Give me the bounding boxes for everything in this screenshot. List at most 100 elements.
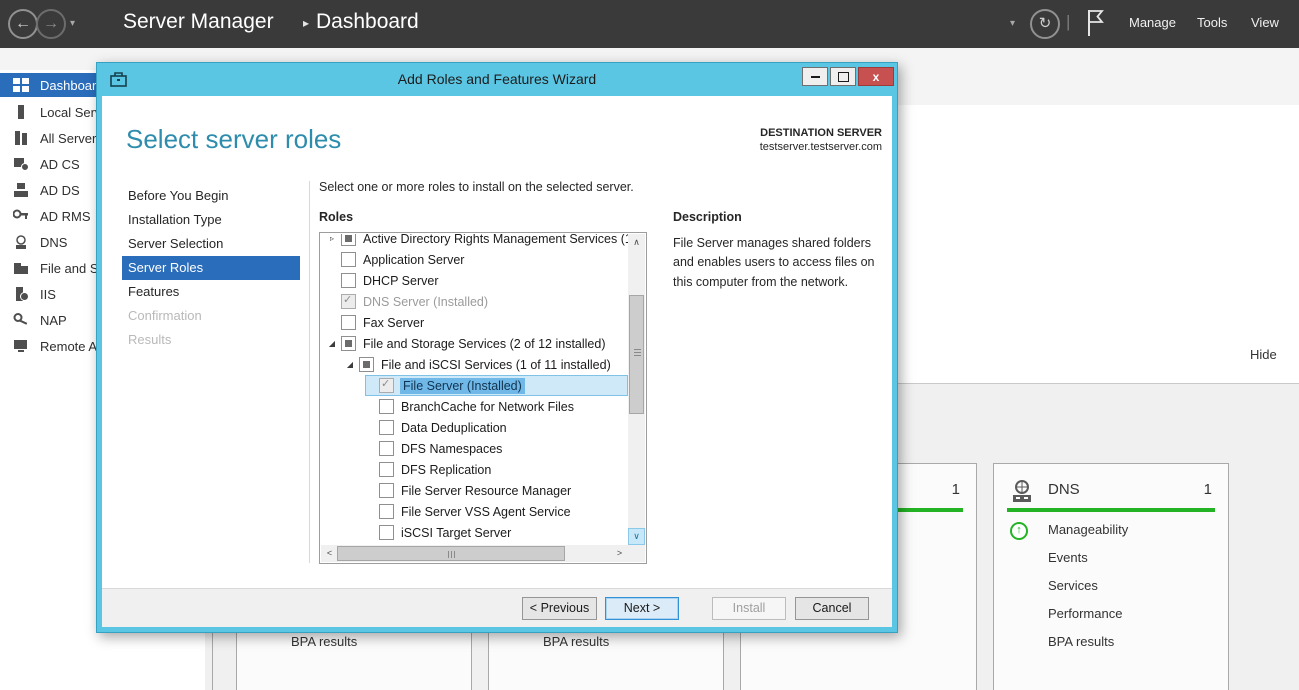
role-row-adrms[interactable]: ▹ Active Directory Rights Management Ser…: [321, 234, 628, 249]
breadcrumb-current[interactable]: Dashboard: [316, 10, 419, 34]
nav-history-caret-icon[interactable]: ▾: [70, 18, 75, 29]
refresh-caret-icon[interactable]: ▾: [1010, 18, 1015, 29]
back-button[interactable]: ←: [8, 9, 38, 39]
role-checkbox[interactable]: [341, 234, 356, 246]
previous-button[interactable]: < Previous: [522, 597, 597, 620]
role-checkbox-indeterminate[interactable]: [359, 357, 374, 372]
sidebar-item-label: All Servers: [40, 131, 103, 146]
maximize-button[interactable]: [830, 67, 856, 86]
destination-server-name: testserver.testserver.com: [760, 141, 882, 153]
role-row-fs-resource-manager[interactable]: File Server Resource Manager: [321, 480, 628, 501]
role-row-file-iscsi-services[interactable]: ◢ File and iSCSI Services (1 of 11 insta…: [321, 354, 628, 375]
check-icon: ✓: [381, 377, 390, 390]
horizontal-scrollbar[interactable]: < >: [321, 545, 628, 562]
role-checkbox[interactable]: [379, 399, 394, 414]
scroll-left-icon[interactable]: <: [321, 545, 338, 562]
cancel-button[interactable]: Cancel: [795, 597, 869, 620]
ad-cs-icon: [13, 157, 30, 171]
menu-view[interactable]: View: [1251, 15, 1279, 30]
step-confirmation: Confirmation: [122, 304, 300, 328]
nap-icon: [13, 313, 30, 327]
role-row-dns-server[interactable]: ✓ DNS Server (Installed): [321, 291, 628, 312]
tile-item-bpa-results[interactable]: BPA results: [543, 634, 609, 649]
iis-icon: [13, 287, 30, 301]
role-row-data-deduplication[interactable]: Data Deduplication: [321, 417, 628, 438]
dialog-titlebar[interactable]: Add Roles and Features Wizard x: [97, 63, 897, 96]
step-server-selection[interactable]: Server Selection: [122, 232, 300, 256]
role-checkbox[interactable]: [379, 504, 394, 519]
vertical-scroll-thumb[interactable]: [629, 295, 644, 414]
scroll-right-icon[interactable]: >: [611, 545, 628, 562]
role-row-iscsi-target-server[interactable]: iSCSI Target Server: [321, 522, 628, 543]
tile-item-manageability[interactable]: Manageability: [1048, 522, 1128, 537]
file-storage-icon: [13, 261, 30, 275]
dialog-title: Add Roles and Features Wizard: [97, 71, 897, 87]
refresh-icon[interactable]: ↻: [1030, 9, 1060, 39]
sidebar-item-label: Dashboard: [40, 78, 104, 93]
tree-expanded-icon[interactable]: ◢: [341, 360, 359, 369]
role-checkbox[interactable]: [379, 462, 394, 477]
roles-list-viewport: ▹ Active Directory Rights Management Ser…: [321, 234, 628, 545]
minimize-icon: [811, 76, 820, 78]
role-row-dhcp-server[interactable]: DHCP Server: [321, 270, 628, 291]
selected-role-highlight[interactable]: ✓ File Server (Installed): [365, 375, 628, 396]
forward-button[interactable]: →: [36, 9, 66, 39]
role-row-fs-vss-agent[interactable]: File Server VSS Agent Service: [321, 501, 628, 522]
notifications-flag-icon[interactable]: [1086, 8, 1106, 43]
next-button[interactable]: Next >: [605, 597, 679, 620]
role-checkbox-indeterminate[interactable]: [341, 336, 356, 351]
role-checkbox[interactable]: [341, 252, 356, 267]
close-button[interactable]: x: [858, 67, 894, 86]
menu-tools[interactable]: Tools: [1197, 15, 1227, 30]
tile-item-bpa-results[interactable]: BPA results: [1048, 634, 1114, 649]
step-installation-type[interactable]: Installation Type: [122, 208, 300, 232]
horizontal-scroll-thumb[interactable]: [337, 546, 565, 561]
tile-count: 1: [952, 481, 960, 498]
tile-item-bpa-results[interactable]: BPA results: [291, 634, 357, 649]
role-checkbox[interactable]: [379, 441, 394, 456]
manageability-status-icon: ↑: [1010, 522, 1028, 540]
role-row-dfs-namespaces[interactable]: DFS Namespaces: [321, 438, 628, 459]
minimize-button[interactable]: [802, 67, 828, 86]
destination-server-label: DESTINATION SERVER: [760, 127, 882, 139]
role-row-file-server-selected[interactable]: ✓ File Server (Installed): [321, 375, 628, 396]
thumb-grip: [448, 551, 456, 558]
role-row-application-server[interactable]: Application Server: [321, 249, 628, 270]
breadcrumb-root[interactable]: Server Manager: [123, 10, 274, 34]
step-server-roles[interactable]: Server Roles: [122, 256, 300, 280]
scroll-up-icon[interactable]: ∧: [628, 234, 645, 251]
hide-link[interactable]: Hide: [1250, 347, 1277, 362]
tile-dns[interactable]: DNS 1 ↑ Manageability Events Services Pe…: [993, 463, 1229, 690]
scroll-down-icon[interactable]: ∨: [628, 528, 645, 545]
instruction-text: Select one or more roles to install on t…: [319, 180, 634, 194]
add-roles-features-wizard-dialog: Add Roles and Features Wizard x Select s…: [96, 62, 898, 633]
role-row-file-storage-services[interactable]: ◢ File and Storage Services (2 of 12 ins…: [321, 333, 628, 354]
sidebar-item-label: AD DS: [40, 183, 80, 198]
sidebar-item-label: IIS: [40, 287, 56, 302]
maximize-icon: [838, 72, 849, 82]
tile-item-services[interactable]: Services: [1048, 578, 1098, 593]
role-row-fax-server[interactable]: Fax Server: [321, 312, 628, 333]
dns-server-icon: [1008, 479, 1036, 508]
menu-manage[interactable]: Manage: [1129, 15, 1176, 30]
role-checkbox[interactable]: [379, 483, 394, 498]
role-checkbox[interactable]: [341, 315, 356, 330]
tile-item-performance[interactable]: Performance: [1048, 606, 1122, 621]
role-checkbox[interactable]: [379, 525, 394, 540]
tree-collapsed-icon[interactable]: ▹: [323, 234, 341, 243]
roles-label: Roles: [319, 210, 353, 224]
role-checkbox-checked[interactable]: ✓: [379, 378, 394, 393]
tile-item-events[interactable]: Events: [1048, 550, 1088, 565]
role-row-dfs-replication[interactable]: DFS Replication: [321, 459, 628, 480]
tree-expanded-icon[interactable]: ◢: [323, 339, 341, 348]
step-before-you-begin[interactable]: Before You Begin: [122, 184, 300, 208]
install-button[interactable]: Install: [712, 597, 786, 620]
step-features[interactable]: Features: [122, 280, 300, 304]
dns-icon: [13, 235, 30, 249]
vertical-scrollbar[interactable]: ∧ ∨: [628, 234, 645, 545]
role-checkbox-checked[interactable]: ✓: [341, 294, 356, 309]
role-checkbox[interactable]: [379, 420, 394, 435]
role-row-branchcache[interactable]: BranchCache for Network Files: [321, 396, 628, 417]
description-text: File Server manages shared folders and e…: [673, 234, 891, 292]
role-checkbox[interactable]: [341, 273, 356, 288]
